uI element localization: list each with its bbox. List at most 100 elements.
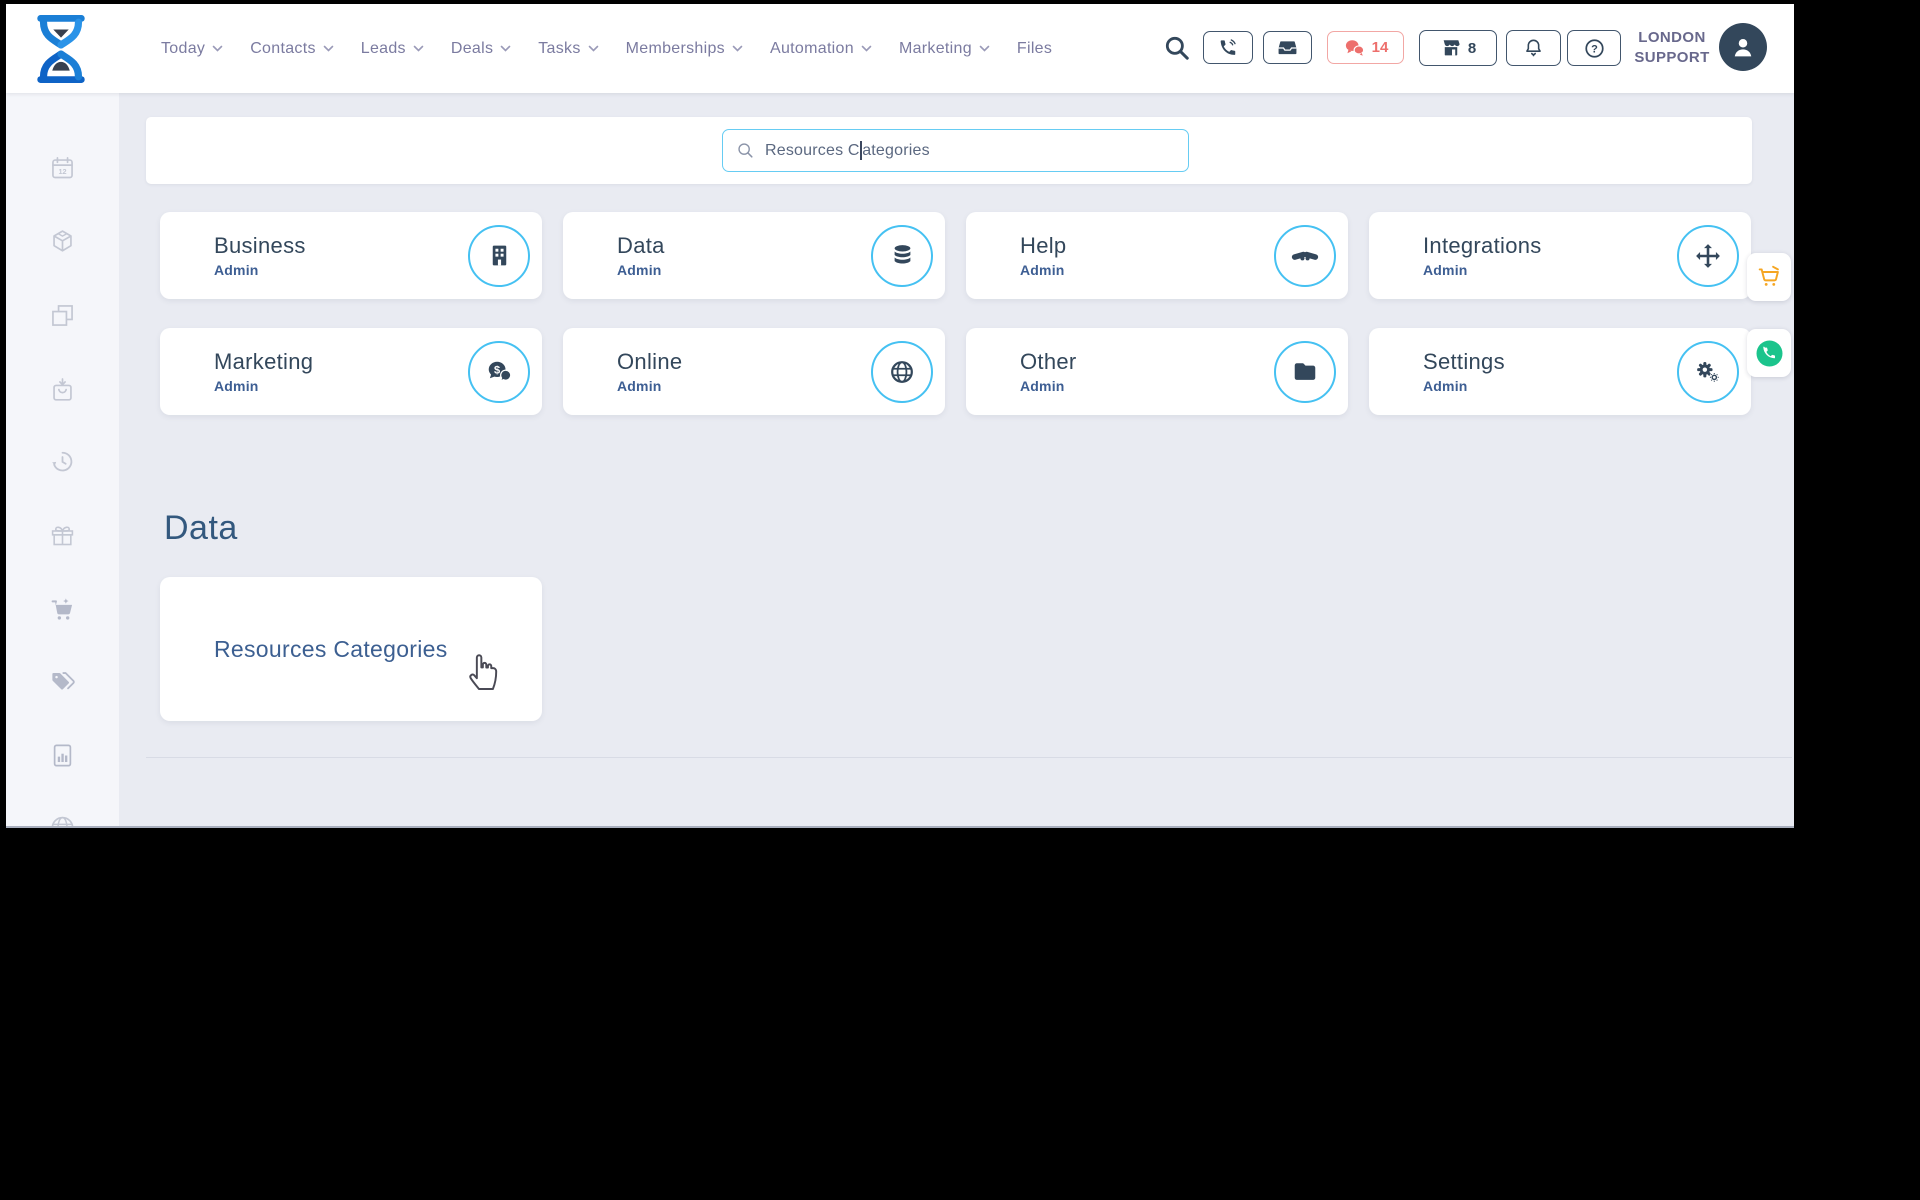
orange-cart-icon	[1758, 265, 1779, 286]
card-subtitle: Admin	[617, 262, 662, 278]
category-card-marketing[interactable]: Marketing Admin $	[160, 328, 542, 415]
card-title: Marketing	[214, 349, 314, 374]
category-card-settings[interactable]: Settings Admin	[1369, 328, 1751, 415]
card-icon-circle	[1677, 340, 1739, 403]
card-subtitle: Admin	[1423, 378, 1468, 394]
nav-item-automation[interactable]: Automation	[770, 40, 872, 58]
nav-item-deals[interactable]: Deals	[451, 40, 511, 58]
nav-item-today[interactable]: Today	[161, 40, 223, 58]
nav-item-leads[interactable]: Leads	[361, 40, 424, 58]
search-text-after: ategories	[862, 141, 930, 159]
nav-item-files[interactable]: Files	[1017, 40, 1052, 58]
nav-item-contacts[interactable]: Contacts	[250, 40, 334, 58]
globe-icon	[891, 360, 913, 383]
help-button[interactable]: ?	[1567, 30, 1621, 66]
chevron-down-icon	[212, 45, 223, 52]
chevron-down-icon	[588, 45, 598, 52]
card-subtitle: Admin	[214, 378, 259, 394]
handshake-icon	[1291, 251, 1319, 260]
storefront-icon	[1443, 40, 1460, 56]
person-icon	[1734, 39, 1752, 57]
section-divider	[146, 757, 1792, 758]
store-badge: 8	[1467, 39, 1477, 57]
inbox-button[interactable]	[1263, 31, 1312, 64]
user-name-line1: LONDON	[1638, 29, 1706, 46]
sidebar-cart-icon[interactable]	[49, 597, 76, 624]
chevron-down-icon	[323, 45, 334, 52]
card-icon-circle	[871, 340, 933, 403]
sidebar-tags-icon[interactable]	[49, 669, 76, 696]
avatar[interactable]	[1719, 23, 1767, 71]
category-card-online[interactable]: Online Admin	[563, 328, 945, 415]
category-card-integrations[interactable]: Integrations Admin	[1369, 212, 1751, 299]
card-icon-circle	[1274, 224, 1336, 287]
sidebar: 12	[6, 93, 119, 828]
card-subtitle: Admin	[214, 262, 259, 278]
nav-label: Tasks	[538, 39, 581, 57]
top-bar: Today Contacts Leads Deals Tasks Members…	[6, 4, 1794, 93]
chat-button[interactable]: 14	[1327, 31, 1404, 64]
card-title: Settings	[1423, 349, 1505, 374]
category-card-help[interactable]: Help Admin	[966, 212, 1348, 299]
card-icon-circle: $	[468, 340, 530, 403]
database-icon	[894, 245, 910, 264]
phone-volume-icon	[1220, 38, 1236, 55]
nav-item-memberships[interactable]: Memberships	[626, 40, 743, 58]
category-card-data[interactable]: Data Admin	[563, 212, 945, 299]
bell-icon	[1526, 39, 1541, 57]
sidebar-copy-icon[interactable]	[49, 302, 76, 329]
sidebar-report-icon[interactable]	[49, 742, 76, 769]
user-name: LONDON SUPPORT	[1628, 28, 1716, 68]
card-title: Integrations	[1423, 233, 1542, 258]
card-title: Online	[617, 349, 683, 374]
move-icon	[1696, 243, 1720, 268]
search-icon[interactable]	[1163, 34, 1191, 62]
search-input-value: Resources Categories	[765, 141, 930, 160]
sidebar-globe-icon[interactable]	[49, 812, 76, 828]
user-name-line2: SUPPORT	[1634, 49, 1710, 66]
svg-text:12: 12	[58, 167, 66, 176]
nav-label: Files	[1016, 39, 1053, 57]
sidebar-calendar-icon[interactable]: 12	[49, 155, 76, 182]
hourglass-logo-icon[interactable]	[30, 13, 92, 85]
sidebar-products-cube-icon[interactable]	[49, 228, 76, 255]
chevron-down-icon	[861, 45, 872, 52]
building-icon	[492, 245, 506, 266]
category-card-business[interactable]: Business Admin	[160, 212, 542, 299]
svg-text:?: ?	[1591, 43, 1598, 55]
sidebar-gift-icon[interactable]	[49, 522, 76, 549]
card-subtitle: Admin	[1020, 378, 1065, 394]
card-title: Help	[1020, 233, 1067, 258]
chat-badge: 14	[1371, 39, 1389, 56]
phone-button[interactable]	[1203, 31, 1253, 64]
notifications-button[interactable]	[1506, 30, 1561, 66]
card-title: Business	[214, 233, 306, 258]
store-button[interactable]: 8	[1419, 30, 1497, 66]
section-heading: Data	[164, 509, 238, 547]
search-text-before: Resources C	[765, 141, 860, 159]
dollar-chat-icon: $	[488, 361, 512, 382]
nav-label: Today	[161, 39, 206, 57]
resources-categories-label: Resources Categories	[214, 635, 448, 662]
nav-item-tasks[interactable]: Tasks	[538, 40, 598, 58]
chevron-down-icon	[413, 45, 424, 52]
sidebar-order-intake-icon[interactable]	[49, 377, 76, 404]
card-icon-circle	[468, 224, 530, 287]
sidebar-history-icon[interactable]	[49, 448, 76, 475]
nav-label: Automation	[770, 39, 854, 57]
nav-item-marketing[interactable]: Marketing	[899, 40, 990, 58]
resources-categories-card[interactable]: Resources Categories	[160, 577, 542, 721]
gears-icon	[1697, 361, 1720, 383]
nav-label: Deals	[450, 39, 494, 57]
main-nav: Today Contacts Leads Deals Tasks Members…	[161, 4, 1052, 93]
card-icon-circle	[1274, 340, 1336, 403]
category-card-other[interactable]: Other Admin	[966, 328, 1348, 415]
page-search-input[interactable]: Resources Categories	[722, 129, 1189, 172]
phone-float-button[interactable]	[1747, 329, 1791, 377]
card-subtitle: Admin	[617, 378, 662, 394]
nav-label: Marketing	[898, 39, 972, 57]
basket-float-button[interactable]	[1747, 253, 1791, 301]
nav-label: Memberships	[625, 39, 725, 57]
green-phone-icon	[1756, 340, 1782, 366]
magnifier-icon	[738, 143, 753, 158]
